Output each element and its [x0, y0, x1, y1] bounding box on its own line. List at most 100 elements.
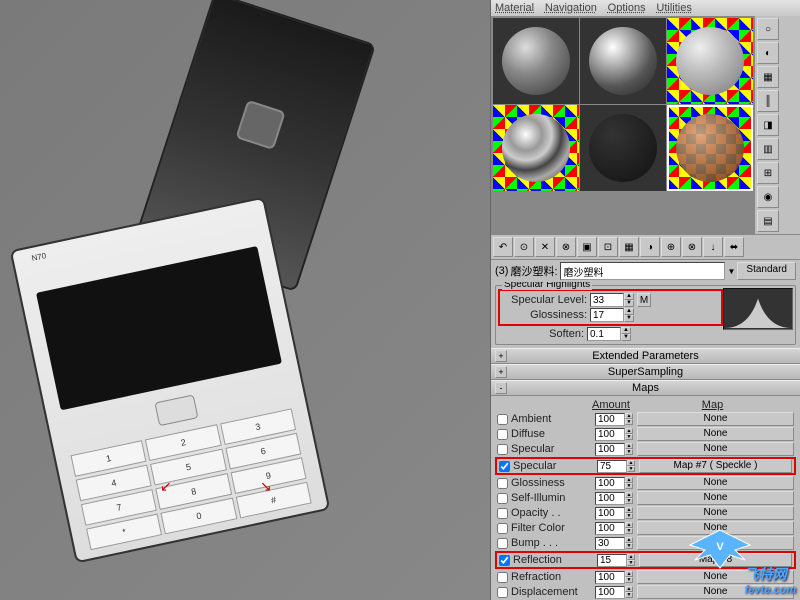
- map-enable-checkbox[interactable]: [499, 461, 510, 472]
- viewport-3d[interactable]: N70 123 456 789 *0# ↙ ↘: [0, 0, 490, 600]
- map-enable-checkbox[interactable]: [497, 572, 508, 583]
- material-slot[interactable]: [580, 18, 666, 104]
- map-enable-checkbox[interactable]: [497, 478, 508, 489]
- map-slot-button[interactable]: None: [637, 491, 794, 505]
- map-enable-checkbox[interactable]: [497, 508, 508, 519]
- map-enable-checkbox[interactable]: [497, 429, 508, 440]
- assign-to-selection-icon[interactable]: ✕: [535, 237, 555, 257]
- material-id-icon[interactable]: ◑: [640, 237, 660, 257]
- material-index: (3): [495, 265, 508, 277]
- menu-material[interactable]: Material: [495, 2, 534, 14]
- map-slot-button[interactable]: None: [637, 427, 794, 441]
- spinner-up[interactable]: ▲: [624, 308, 634, 315]
- map-row: Glossiness ▲▼ None: [495, 476, 796, 490]
- spinner-down[interactable]: ▼: [625, 483, 633, 489]
- spinner-down[interactable]: ▼: [625, 577, 633, 583]
- map-enable-checkbox[interactable]: [497, 538, 508, 549]
- material-slot[interactable]: [493, 105, 579, 191]
- material-type-button[interactable]: Standard: [737, 262, 796, 280]
- map-slot-button[interactable]: None: [637, 506, 794, 520]
- spinner-down[interactable]: ▼: [625, 498, 633, 504]
- spinner-up[interactable]: ▲: [621, 327, 631, 334]
- spinner-down[interactable]: ▼: [625, 528, 633, 534]
- show-in-viewport-icon[interactable]: ⊕: [661, 237, 681, 257]
- tool-select-by-material-icon[interactable]: ◉: [757, 186, 779, 208]
- spinner-down[interactable]: ▼: [625, 592, 633, 598]
- tool-background-icon[interactable]: ▦: [757, 66, 779, 88]
- map-amount-input[interactable]: [597, 460, 627, 473]
- tool-video-color-icon[interactable]: ◨: [757, 114, 779, 136]
- go-to-parent-icon[interactable]: ↓: [703, 237, 723, 257]
- material-slot[interactable]: [493, 18, 579, 104]
- map-slot-button[interactable]: None: [637, 476, 794, 490]
- map-enable-checkbox[interactable]: [497, 414, 508, 425]
- map-channel-label: Self-Illumin: [511, 492, 593, 504]
- menu-utilities[interactable]: Utilities: [656, 2, 691, 14]
- specular-level-input[interactable]: [590, 293, 624, 307]
- spinner-down[interactable]: ▼: [625, 449, 633, 455]
- map-amount-input[interactable]: [595, 413, 625, 426]
- rollout-maps[interactable]: -Maps: [491, 380, 800, 396]
- tool-sample-type-icon[interactable]: ○: [757, 18, 779, 40]
- spinner-down[interactable]: ▼: [625, 419, 633, 425]
- material-slot[interactable]: [580, 105, 666, 191]
- glossiness-input[interactable]: [590, 308, 624, 322]
- map-slot-button[interactable]: None: [637, 412, 794, 426]
- make-copy-icon[interactable]: ▣: [577, 237, 597, 257]
- menu-options[interactable]: Options: [608, 2, 646, 14]
- map-enable-checkbox[interactable]: [497, 523, 508, 534]
- map-slot-button[interactable]: Map #7 ( Speckle ): [639, 459, 792, 473]
- map-amount-input[interactable]: [595, 537, 625, 550]
- highlight-spec-params: Specular Level: ▲▼ M Glossiness: ▲▼: [498, 289, 723, 326]
- get-material-icon[interactable]: ↶: [493, 237, 513, 257]
- map-enable-checkbox[interactable]: [497, 493, 508, 504]
- map-enable-checkbox[interactable]: [499, 555, 510, 566]
- soften-input[interactable]: [587, 327, 621, 341]
- rollout-supersampling[interactable]: +SuperSampling: [491, 364, 800, 380]
- spinner-down[interactable]: ▼: [625, 513, 633, 519]
- reset-map-icon[interactable]: ⊗: [556, 237, 576, 257]
- rollout-extended-parameters[interactable]: +Extended Parameters: [491, 348, 800, 364]
- tool-make-preview-icon[interactable]: ▥: [757, 138, 779, 160]
- tool-backlight-icon[interactable]: ◐: [757, 42, 779, 64]
- spinner-down[interactable]: ▼: [627, 466, 635, 472]
- map-amount-input[interactable]: [595, 507, 625, 520]
- group-title: Specular Highlights: [502, 282, 592, 290]
- tool-material-map-nav-icon[interactable]: ▤: [757, 210, 779, 232]
- tool-uv-tiling-icon[interactable]: ║: [757, 90, 779, 112]
- material-name-input[interactable]: [560, 262, 726, 280]
- side-toolbar: ○ ◐ ▦ ║ ◨ ▥ ⊞ ◉ ▤: [755, 16, 781, 234]
- menu-navigation[interactable]: Navigation: [545, 2, 597, 14]
- specular-map-m-button[interactable]: M: [637, 293, 651, 307]
- map-enable-checkbox[interactable]: [497, 587, 508, 598]
- map-amount-input[interactable]: [595, 477, 625, 490]
- spinner-down[interactable]: ▼: [627, 560, 635, 566]
- material-slot[interactable]: [667, 18, 753, 104]
- put-to-scene-icon[interactable]: ⊙: [514, 237, 534, 257]
- map-amount-input[interactable]: [595, 492, 625, 505]
- map-slot-button[interactable]: None: [637, 570, 794, 584]
- map-amount-input[interactable]: [595, 522, 625, 535]
- map-amount-input[interactable]: [595, 428, 625, 441]
- map-enable-checkbox[interactable]: [497, 444, 508, 455]
- map-amount-input[interactable]: [595, 443, 625, 456]
- go-forward-icon[interactable]: ⬌: [724, 237, 744, 257]
- show-end-result-icon[interactable]: ⊗: [682, 237, 702, 257]
- spinner-down[interactable]: ▼: [621, 334, 631, 341]
- watermark-wings-icon: V: [680, 520, 760, 570]
- map-amount-input[interactable]: [595, 571, 625, 584]
- spinner-up[interactable]: ▲: [624, 293, 634, 300]
- map-slot-button[interactable]: None: [637, 442, 794, 456]
- spinner-down[interactable]: ▼: [625, 434, 633, 440]
- spinner-down[interactable]: ▼: [625, 543, 633, 549]
- map-amount-input[interactable]: [595, 586, 625, 599]
- annotation-arrow: ↙: [160, 478, 172, 495]
- spinner-down[interactable]: ▼: [624, 315, 634, 322]
- tool-options-icon[interactable]: ⊞: [757, 162, 779, 184]
- spinner-down[interactable]: ▼: [624, 300, 634, 307]
- map-slot-button[interactable]: None: [637, 585, 794, 599]
- make-unique-icon[interactable]: ⊡: [598, 237, 618, 257]
- map-amount-input[interactable]: [597, 554, 627, 567]
- put-to-library-icon[interactable]: ▦: [619, 237, 639, 257]
- material-slot-selected[interactable]: [667, 105, 753, 191]
